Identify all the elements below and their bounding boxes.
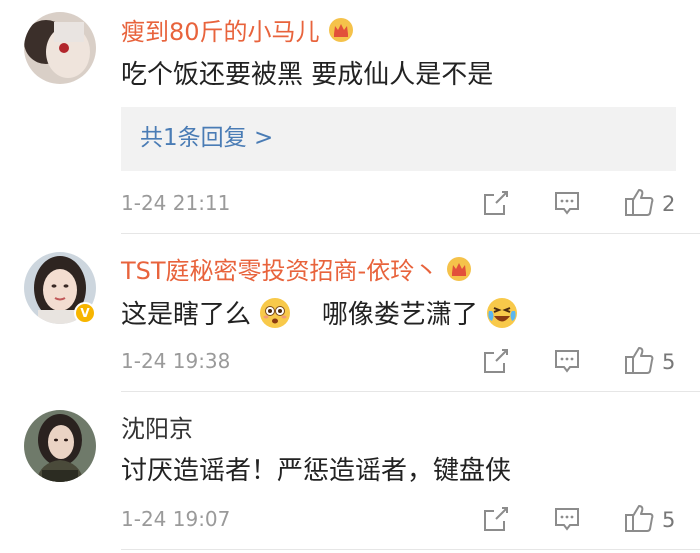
comment-text-part: 哪像娄艺潇了 xyxy=(321,300,478,330)
comment-icon[interactable] xyxy=(553,505,581,537)
thumbs-up-icon[interactable] xyxy=(623,502,655,538)
timestamp: 1-24 21:11 xyxy=(121,191,231,215)
divider xyxy=(121,233,700,234)
thumbs-up-icon[interactable] xyxy=(623,344,655,380)
comment-item: 沈阳京 讨厌造谣者！严惩造谣者，键盘侠 1-24 19:07 5 xyxy=(0,398,700,553)
divider xyxy=(121,391,700,392)
comment-text: 吃个饭还要被黑 要成仙人是不是 xyxy=(121,60,494,90)
comment-text: 这是瞎了么 哪像娄艺潇了 xyxy=(121,297,518,338)
share-icon[interactable] xyxy=(482,505,510,537)
comment-icon[interactable] xyxy=(553,347,581,379)
divider xyxy=(121,549,700,550)
username-text[interactable]: TST庭秘密零投资招商-依玲丶 xyxy=(121,257,438,285)
avatar[interactable] xyxy=(24,12,96,84)
username-text[interactable]: 沈阳京 xyxy=(121,415,193,443)
comment-icon[interactable] xyxy=(553,189,581,221)
username-text[interactable]: 瘦到80斤的小马儿 xyxy=(121,18,320,46)
verified-v-icon: V xyxy=(74,302,96,324)
username[interactable]: 沈阳京 xyxy=(121,414,193,444)
share-icon[interactable] xyxy=(482,189,510,221)
flushed-emoji-icon xyxy=(259,297,291,338)
username[interactable]: 瘦到80斤的小马儿 xyxy=(121,17,354,50)
crown-icon xyxy=(446,256,472,289)
crown-icon xyxy=(328,17,354,50)
avatar[interactable] xyxy=(24,410,96,482)
comment-item: 瘦到80斤的小马儿 吃个饭还要被黑 要成仙人是不是 共1条回复 > 1-24 2… xyxy=(0,0,700,240)
laughing-crying-emoji-icon xyxy=(486,297,518,338)
timestamp: 1-24 19:38 xyxy=(121,349,231,373)
view-replies-link[interactable]: 共1条回复 > xyxy=(140,123,273,153)
comment-text-part: 这是瞎了么 xyxy=(121,300,252,330)
share-icon[interactable] xyxy=(482,347,510,379)
reply-box[interactable]: 共1条回复 > xyxy=(121,107,676,171)
comment-text: 讨厌造谣者！严惩造谣者，键盘侠 xyxy=(121,456,512,486)
timestamp: 1-24 19:07 xyxy=(121,507,231,531)
thumbs-up-icon[interactable] xyxy=(623,186,655,222)
comment-item: V TST庭秘密零投资招商-依玲丶 这是瞎了么 哪像娄艺潇了 1-24 19:3… xyxy=(0,240,700,392)
like-count: 5 xyxy=(662,350,676,374)
like-count: 2 xyxy=(662,192,676,216)
like-count: 5 xyxy=(662,508,676,532)
username[interactable]: TST庭秘密零投资招商-依玲丶 xyxy=(121,256,472,289)
